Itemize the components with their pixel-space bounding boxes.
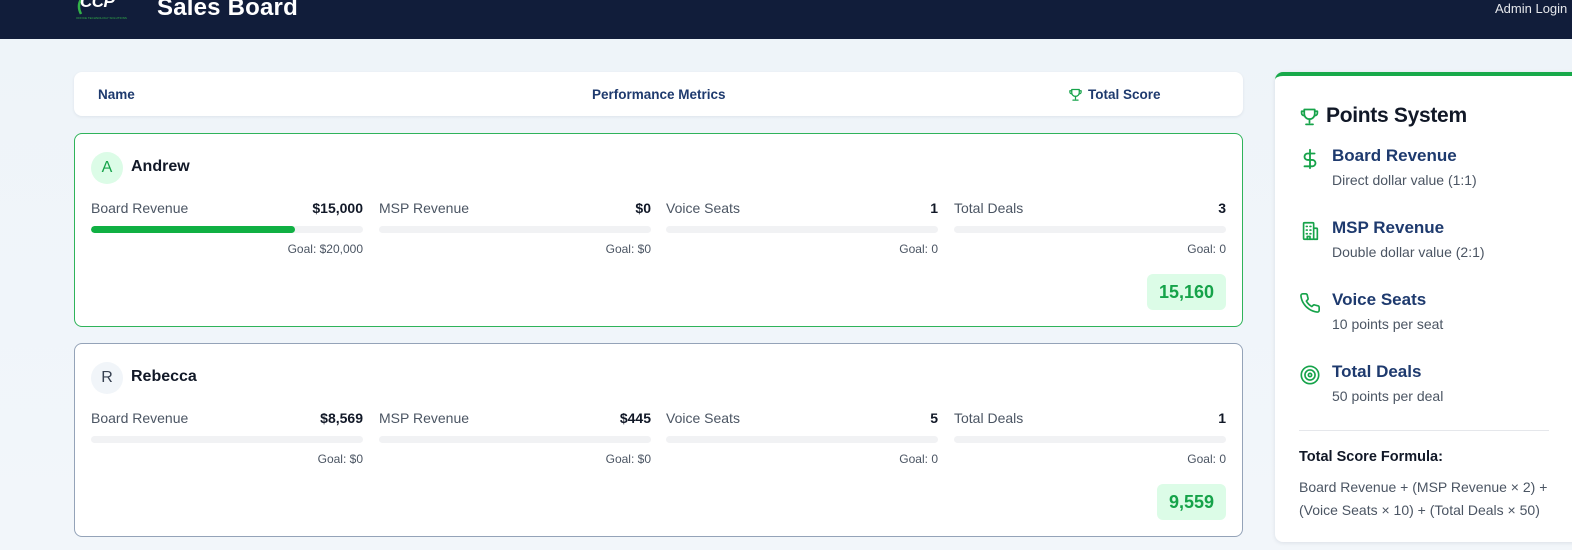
metric-value: 3 <box>1218 200 1226 216</box>
progress-track <box>91 226 363 233</box>
metric-label: Voice Seats <box>666 410 740 426</box>
company-logo[interactable]: CCP OFFICE TECHNOLOGY SOLUTIONS <box>76 0 140 22</box>
progress-track <box>954 436 1226 443</box>
person-card-rebecca[interactable]: R Rebecca Board Revenue $8,569 Goal: $0 … <box>74 343 1243 537</box>
points-system-title-text: Points System <box>1326 104 1467 127</box>
formula-title: Total Score Formula: <box>1299 449 1443 465</box>
trophy-icon <box>1069 88 1082 101</box>
total-score-badge: 15,160 <box>1146 274 1226 310</box>
person-name: Rebecca <box>131 368 197 385</box>
progress-track <box>666 436 938 443</box>
formula-text: Board Revenue + (MSP Revenue × 2) + (Voi… <box>1299 479 1548 518</box>
rule-description: 50 points per deal <box>1332 388 1444 404</box>
metric-label: MSP Revenue <box>379 410 470 426</box>
progress-track <box>954 226 1226 233</box>
metric-value: $8,569 <box>320 410 363 426</box>
rule-title: Total Deals <box>1332 362 1422 381</box>
target-icon <box>1300 365 1320 385</box>
metric-label: Voice Seats <box>666 200 740 216</box>
metric-goal: Goal: 0 <box>1187 242 1226 256</box>
rule-title: MSP Revenue <box>1332 218 1445 237</box>
metric-value: 1 <box>1218 410 1226 426</box>
dollar-icon <box>1303 148 1317 170</box>
rule-description: Direct dollar value (1:1) <box>1332 172 1477 188</box>
person-name: Andrew <box>131 158 190 175</box>
logo-subtitle: OFFICE TECHNOLOGY SOLUTIONS <box>76 16 127 20</box>
metric-goal: Goal: $0 <box>317 452 363 466</box>
progress-track <box>91 436 363 443</box>
leaderboard-header: Name Performance Metrics Total Score <box>74 72 1243 116</box>
progress-track <box>379 226 651 233</box>
metric-value: 5 <box>930 410 938 426</box>
metric-label: Board Revenue <box>91 410 189 426</box>
metric-value: $15,000 <box>312 200 363 216</box>
rule-title: Board Revenue <box>1332 146 1457 165</box>
logo-text: CCP <box>80 0 115 11</box>
building-icon <box>1302 221 1319 241</box>
points-system-panel: Points System Board Revenue Direct dolla… <box>1275 72 1572 542</box>
metric-goal: Goal: 0 <box>899 452 938 466</box>
top-navbar: CCP OFFICE TECHNOLOGY SOLUTIONS Sales Bo… <box>0 0 1572 39</box>
avatar: A <box>91 152 123 184</box>
rule-description: 10 points per seat <box>1332 316 1444 332</box>
progress-track <box>379 436 651 443</box>
metric-goal: Goal: 0 <box>1187 452 1226 466</box>
metric-goal: Goal: 0 <box>899 242 938 256</box>
metric-label: Total Deals <box>954 410 1024 426</box>
metric-value: $445 <box>619 410 651 426</box>
rule-title: Voice Seats <box>1332 290 1427 309</box>
metric-value: $0 <box>635 200 651 216</box>
trophy-icon <box>1300 108 1319 125</box>
page-title: Sales Board <box>157 0 298 21</box>
person-card-andrew[interactable]: A Andrew Board Revenue $15,000 Goal: $20… <box>74 133 1243 327</box>
metric-label: Board Revenue <box>91 200 189 216</box>
points-system-title: Points System <box>1299 104 1467 128</box>
header-performance-metrics: Performance Metrics <box>592 87 726 102</box>
divider <box>1299 430 1549 431</box>
metric-value: 1 <box>930 200 938 216</box>
total-score-badge: 9,559 <box>1156 484 1226 520</box>
header-name: Name <box>98 87 135 102</box>
admin-login-link[interactable]: Admin Login <box>1495 1 1567 16</box>
metric-label: Total Deals <box>954 200 1024 216</box>
header-total-score-label: Total Score <box>1088 87 1161 102</box>
progress-track <box>666 226 938 233</box>
metric-goal: Goal: $0 <box>605 242 651 256</box>
phone-icon <box>1300 293 1320 313</box>
header-total-score: Total Score <box>1068 87 1161 102</box>
metric-goal: Goal: $0 <box>605 452 651 466</box>
metric-label: MSP Revenue <box>379 200 470 216</box>
metric-goal: Goal: $20,000 <box>287 242 363 256</box>
avatar: R <box>91 362 123 394</box>
rule-description: Double dollar value (2:1) <box>1332 244 1485 260</box>
progress-fill <box>91 226 295 233</box>
